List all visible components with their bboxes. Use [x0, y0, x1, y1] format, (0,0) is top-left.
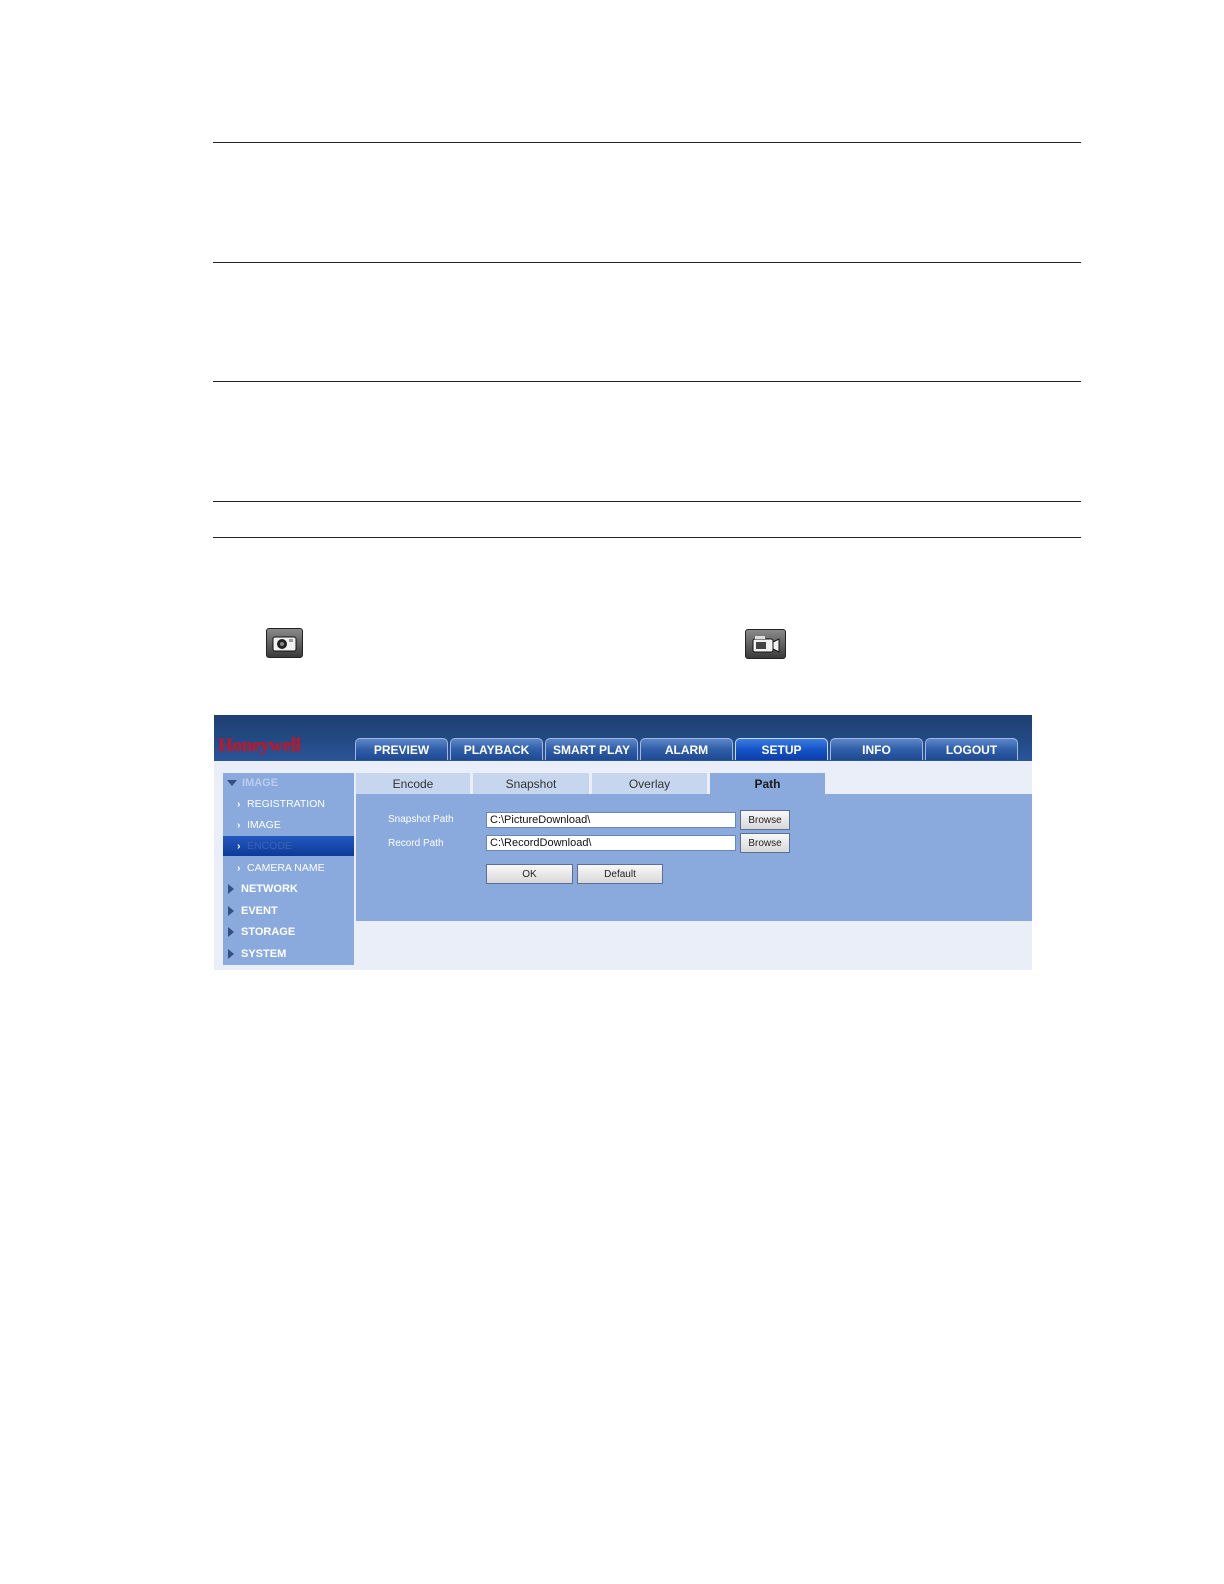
chevron-right-icon: › — [237, 840, 241, 852]
path-settings-panel: Snapshot Path C:\PictureDownload\ Browse… — [356, 794, 1032, 921]
sidebar-item-label: STORAGE — [241, 926, 296, 938]
expand-right-icon — [228, 927, 234, 937]
sidebar-item-system[interactable]: SYSTEM — [223, 944, 354, 964]
sidebar-section-image[interactable]: IMAGE — [223, 773, 354, 793]
sidebar-item-registration[interactable]: › REGISTRATION — [223, 794, 354, 814]
default-button[interactable]: Default — [577, 864, 663, 884]
sidebar-item-label: EVENT — [241, 905, 278, 917]
nav-info-button[interactable]: INFO — [830, 738, 923, 760]
sidebar-item-label: SYSTEM — [241, 948, 287, 960]
sidebar-item-encode[interactable]: › ENCODE — [223, 836, 354, 856]
settings-sidebar: IMAGE › REGISTRATION › IMAGE › ENCODE › … — [223, 773, 354, 965]
chevron-right-icon: › — [237, 862, 241, 874]
sidebar-item-label: IMAGE — [247, 819, 281, 831]
chevron-right-icon: › — [237, 819, 241, 831]
record-path-field[interactable]: C:\RecordDownload\ — [486, 835, 736, 851]
expand-right-icon — [228, 906, 234, 916]
expand-right-icon — [228, 884, 234, 894]
nav-setup-button[interactable]: SETUP — [735, 738, 828, 760]
nav-smart-play-button[interactable]: SMART PLAY — [545, 738, 638, 760]
sidebar-item-label: REGISTRATION — [247, 798, 325, 810]
record-browse-button[interactable]: Browse — [740, 833, 790, 853]
nav-alarm-button[interactable]: ALARM — [640, 738, 733, 760]
sidebar-item-network[interactable]: NETWORK — [223, 879, 354, 899]
camera-icon — [266, 628, 303, 658]
tab-snapshot[interactable]: Snapshot — [473, 773, 589, 794]
top-bar: Honeywell PREVIEW PLAYBACK SMART PLAY AL… — [214, 715, 1032, 761]
nav-playback-button[interactable]: PLAYBACK — [450, 738, 543, 760]
snapshot-path-field[interactable]: C:\PictureDownload\ — [486, 812, 736, 828]
ok-button[interactable]: OK — [486, 864, 573, 884]
sidebar-section-label: IMAGE — [242, 777, 279, 789]
divider-1 — [213, 142, 1081, 143]
expand-down-icon — [227, 780, 237, 786]
main-nav: PREVIEW PLAYBACK SMART PLAY ALARM SETUP … — [355, 738, 1018, 761]
web-client-window: Honeywell PREVIEW PLAYBACK SMART PLAY AL… — [214, 715, 1032, 970]
sidebar-item-camera-name[interactable]: › CAMERA NAME — [223, 858, 354, 878]
chevron-right-icon: › — [237, 798, 241, 810]
record-path-label: Record Path — [388, 838, 444, 849]
nav-logout-button[interactable]: LOGOUT — [925, 738, 1018, 760]
snapshot-path-label: Snapshot Path — [388, 814, 454, 825]
sidebar-item-image[interactable]: › IMAGE — [223, 815, 354, 835]
tab-path[interactable]: Path — [710, 773, 825, 794]
brand-logo: Honeywell — [218, 735, 301, 756]
divider-2 — [213, 262, 1081, 263]
divider-4 — [213, 501, 1081, 502]
sidebar-item-label: NETWORK — [241, 883, 298, 895]
snapshot-browse-button[interactable]: Browse — [740, 810, 790, 830]
sidebar-item-event[interactable]: EVENT — [223, 901, 354, 921]
sidebar-item-label: CAMERA NAME — [247, 862, 325, 874]
tab-encode[interactable]: Encode — [356, 773, 470, 794]
divider-5 — [213, 537, 1081, 538]
nav-preview-button[interactable]: PREVIEW — [355, 738, 448, 760]
video-camera-icon — [745, 629, 786, 659]
divider-3 — [213, 381, 1081, 382]
sidebar-item-storage[interactable]: STORAGE — [223, 922, 354, 942]
tab-overlay[interactable]: Overlay — [592, 773, 707, 794]
sidebar-item-label: ENCODE — [247, 840, 292, 852]
expand-right-icon — [228, 949, 234, 959]
